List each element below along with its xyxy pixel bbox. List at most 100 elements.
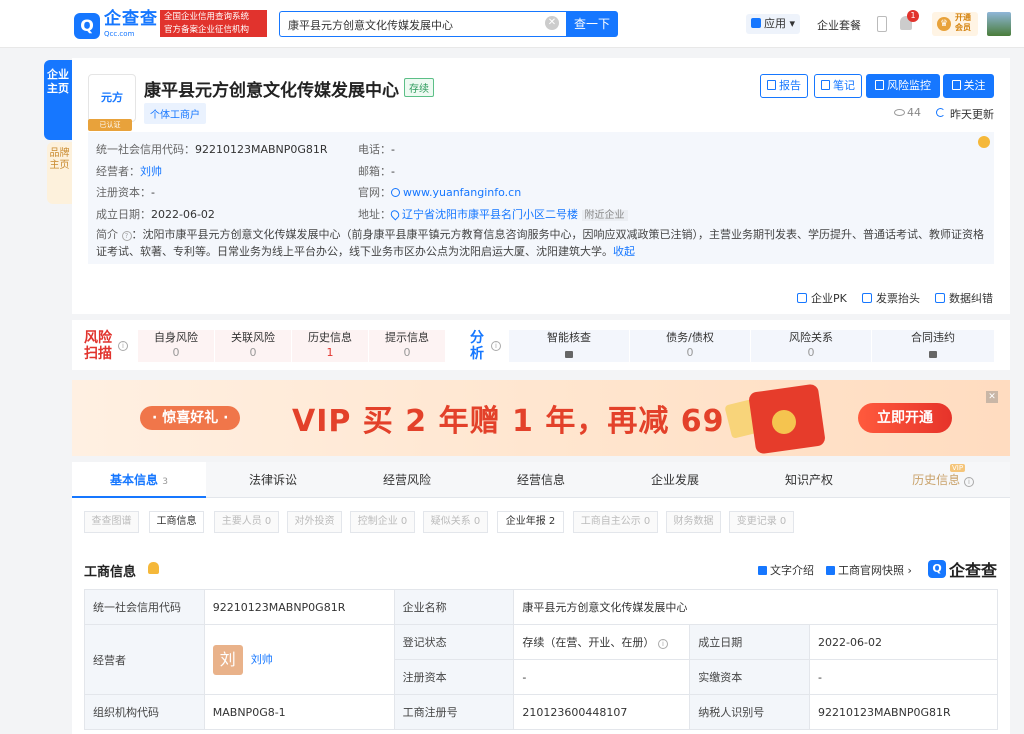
table-key: 注册资本 xyxy=(393,659,515,695)
capital-row: 注册资本：- xyxy=(96,186,155,199)
table-value: 存续（在营、开业、在册） i xyxy=(513,624,691,660)
edit-icon xyxy=(821,80,830,90)
risk-tips[interactable]: 提示信息 0 xyxy=(369,330,445,362)
help-icon[interactable]: ? xyxy=(121,231,132,241)
company-name: 康平县元方创意文化传媒发展中心 xyxy=(144,81,399,101)
table-key: 成立日期 xyxy=(689,624,811,660)
apps-menu[interactable]: 应用 ▾ xyxy=(746,14,801,34)
close-icon[interactable]: ✕ xyxy=(986,391,998,403)
gov-snapshot-link[interactable]: 工商官网快照 › xyxy=(826,562,912,578)
analysis-risk-relations[interactable]: 风险关系 0 xyxy=(751,330,871,362)
report-button[interactable]: 报告 xyxy=(760,74,808,98)
search-input[interactable]: 康平县元方创意文化传媒发展中心 xyxy=(279,11,566,37)
subtab-changes[interactable]: 变更记录 0 xyxy=(729,511,794,533)
website-row: 官网： www.yuanfanginfo.cn xyxy=(358,186,522,199)
follow-button[interactable]: 关注 xyxy=(943,74,994,98)
subtab-annual-report[interactable]: 企业年报 2 xyxy=(497,511,564,533)
tab-company-home[interactable]: 企业主页 xyxy=(44,60,72,140)
logo-subtext: Qcc.com xyxy=(104,30,135,38)
analysis-smart-check[interactable]: 智能核查 xyxy=(509,330,629,362)
subtab-key-personnel[interactable]: 主要人员 0 xyxy=(214,511,279,533)
bell-icon[interactable] xyxy=(148,562,159,574)
founded-row: 成立日期：2022-06-02 xyxy=(96,208,215,221)
analysis-debt[interactable]: 债务/债权 0 xyxy=(630,330,750,362)
open-vip-button[interactable]: 立即开通 xyxy=(858,403,952,433)
operator-link[interactable]: 刘帅 xyxy=(251,653,273,666)
tab-basic-info[interactable]: 基本信息 3 xyxy=(72,462,206,498)
tab-business-info[interactable]: 经营信息 xyxy=(474,462,608,498)
user-avatar[interactable] xyxy=(987,12,1011,36)
invoice-title-link[interactable]: 发票抬头 xyxy=(862,290,920,306)
help-icon[interactable]: i xyxy=(491,341,501,351)
table-row: 经营者 刘刘帅 登记状态 存续（在营、开业、在册） i 成立日期 2022-06… xyxy=(84,624,998,695)
monitor-icon xyxy=(875,80,884,90)
risk-self[interactable]: 自身风险 0 xyxy=(138,330,214,362)
company-type-tag: 个体工商户 xyxy=(144,103,206,124)
help-icon: i xyxy=(963,477,974,487)
notes-button[interactable]: 笔记 xyxy=(814,74,862,98)
packages-link[interactable]: 企业套餐 xyxy=(817,17,861,33)
update-link[interactable]: 昨天更新 xyxy=(950,106,994,122)
table-key: 企业名称 xyxy=(393,589,515,625)
tab-brand-home[interactable]: 品牌主页 xyxy=(47,142,72,204)
tab-business-risk[interactable]: 经营风险 xyxy=(340,462,474,498)
table-row: 统一社会信用代码 92210123MABNP0G81R 企业名称 康平县元方创意… xyxy=(84,589,998,625)
apps-icon xyxy=(751,18,761,28)
subtab-graph[interactable]: 查查图谱 xyxy=(84,511,139,533)
address-row: 地址： 辽宁省沈阳市康平县名门小区二号楼 附近企业 xyxy=(358,206,628,222)
risk-related[interactable]: 关联风险 0 xyxy=(215,330,291,362)
mobile-icon[interactable] xyxy=(877,16,887,32)
tab-ip[interactable]: 知识产权 xyxy=(742,462,876,498)
table-value: - xyxy=(809,659,998,695)
address-link[interactable]: 辽宁省沈阳市康平县名门小区二号楼 xyxy=(402,208,578,221)
help-icon[interactable]: i xyxy=(118,341,128,351)
table-value: MABNP0G8-1 xyxy=(203,694,395,730)
text-icon xyxy=(758,566,767,575)
nearby-companies-link[interactable]: 附近企业 xyxy=(581,210,628,221)
website-link[interactable]: www.yuanfanginfo.cn xyxy=(403,186,521,199)
tab-development[interactable]: 企业发展 xyxy=(608,462,742,498)
tab-lawsuits[interactable]: 法律诉讼 xyxy=(206,462,340,498)
company-intro: 简介 ? ：沈阳市康平县元方创意文化传媒发展中心（前身康平县康平镇元方教育信息咨询… xyxy=(96,228,984,258)
risk-monitor-button[interactable]: 风险监控 xyxy=(866,74,940,98)
table-value: 92210123MABNP0G81R xyxy=(203,589,395,625)
heart-icon xyxy=(951,80,961,90)
company-pk-link[interactable]: 企业PK xyxy=(797,290,847,306)
lock-icon xyxy=(929,351,937,358)
subtab-investments[interactable]: 对外投资 xyxy=(287,511,342,533)
operator-row: 经营者：刘帅 xyxy=(96,165,162,178)
business-info-table: 统一社会信用代码 92210123MABNP0G81R 企业名称 康平县元方创意… xyxy=(84,589,998,730)
tab-history[interactable]: 历史信息 i xyxy=(876,462,1010,498)
promo-text: VIP 买 2 年赠 1 年，再减 69 元 xyxy=(292,404,767,439)
document-icon xyxy=(767,80,776,90)
table-key: 纳税人识别号 xyxy=(689,694,811,730)
qcc-logo[interactable]: Q 企查查 Qcc.com xyxy=(74,11,158,41)
company-logo: 元方 xyxy=(88,74,136,122)
data-correction-link[interactable]: 数据纠错 xyxy=(935,290,993,306)
subtab-suspected[interactable]: 疑似关系 0 xyxy=(423,511,488,533)
certified-badge: 已认证 xyxy=(88,119,132,131)
gem-icon[interactable] xyxy=(978,136,990,148)
text-intro-link[interactable]: 文字介绍 xyxy=(758,562,814,578)
search-button[interactable]: 查一下 xyxy=(566,11,618,37)
lock-icon xyxy=(565,351,573,358)
subtab-business-reg[interactable]: 工商信息 xyxy=(149,511,204,533)
subtab-self-disclosure[interactable]: 工商自主公示 0 xyxy=(573,511,658,533)
subtab-controlled[interactable]: 控制企业 0 xyxy=(350,511,415,533)
status-badge: 存续 xyxy=(404,78,434,97)
analysis-contract-breach[interactable]: 合同违约 xyxy=(872,330,994,362)
collapse-link[interactable]: 收起 xyxy=(613,245,635,258)
vip-label: 开通 会员 xyxy=(955,13,971,32)
operator-cell: 刘刘帅 xyxy=(203,624,395,695)
qcc-brand-logo: Q 企查查 xyxy=(928,557,997,581)
phone-row: 电话：- xyxy=(358,143,395,156)
subtab-financials[interactable]: 财务数据 xyxy=(666,511,721,533)
risk-history[interactable]: 历史信息 1 xyxy=(292,330,368,362)
help-icon[interactable]: i xyxy=(657,639,668,649)
risk-scan-title: 风险扫描 xyxy=(84,330,112,362)
vip-tag: VIP xyxy=(950,464,966,472)
avatar: 刘 xyxy=(212,644,243,675)
operator-link[interactable]: 刘帅 xyxy=(140,165,162,178)
qcc-logo-icon: Q xyxy=(74,13,100,39)
clear-search-icon[interactable]: ✕ xyxy=(545,16,559,30)
